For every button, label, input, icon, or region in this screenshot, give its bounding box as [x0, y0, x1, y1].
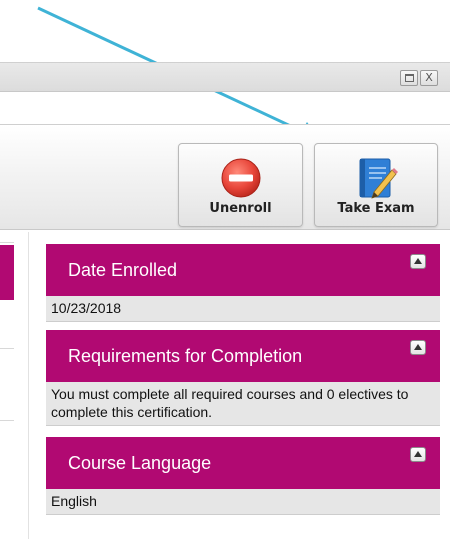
take-exam-label: Take Exam	[337, 201, 415, 216]
collapse-button[interactable]	[410, 447, 426, 462]
collapse-icon	[414, 451, 422, 457]
panel-title: Date Enrolled	[68, 260, 178, 280]
panel-body: English	[46, 489, 440, 515]
collapse-button[interactable]	[410, 340, 426, 355]
unenroll-label: Unenroll	[209, 201, 272, 216]
window-titlebar: X	[0, 62, 450, 92]
collapse-button[interactable]	[410, 254, 426, 269]
date-enrolled-panel: Date Enrolled 10/23/2018	[46, 244, 440, 322]
close-icon: X	[425, 71, 433, 84]
course-language-panel: Course Language English	[46, 437, 440, 515]
panel-body: You must complete all required courses a…	[46, 382, 440, 426]
toolbar: Unenroll Take Exam	[0, 124, 450, 230]
panel-title: Requirements for Completion	[68, 346, 303, 366]
take-exam-button[interactable]: Take Exam	[314, 143, 438, 227]
panel-header: Requirements for Completion	[46, 330, 440, 382]
panel-header: Date Enrolled	[46, 244, 440, 296]
panel-body: 10/23/2018	[46, 296, 440, 322]
restore-icon	[405, 74, 414, 82]
restore-button[interactable]	[400, 70, 418, 86]
collapse-icon	[414, 344, 422, 350]
left-divider	[0, 348, 14, 349]
left-divider	[0, 242, 14, 243]
collapse-icon	[414, 258, 422, 264]
panel-title: Course Language	[68, 453, 212, 473]
requirements-panel: Requirements for Completion You must com…	[46, 330, 440, 426]
no-entry-icon	[221, 158, 260, 198]
panel-header: Course Language	[46, 437, 440, 489]
close-button[interactable]: X	[420, 70, 438, 86]
left-panel-stub	[0, 245, 14, 300]
left-divider	[0, 420, 14, 421]
notebook-pencil-icon	[359, 158, 398, 199]
column-divider	[28, 232, 29, 539]
unenroll-button[interactable]: Unenroll	[178, 143, 303, 227]
